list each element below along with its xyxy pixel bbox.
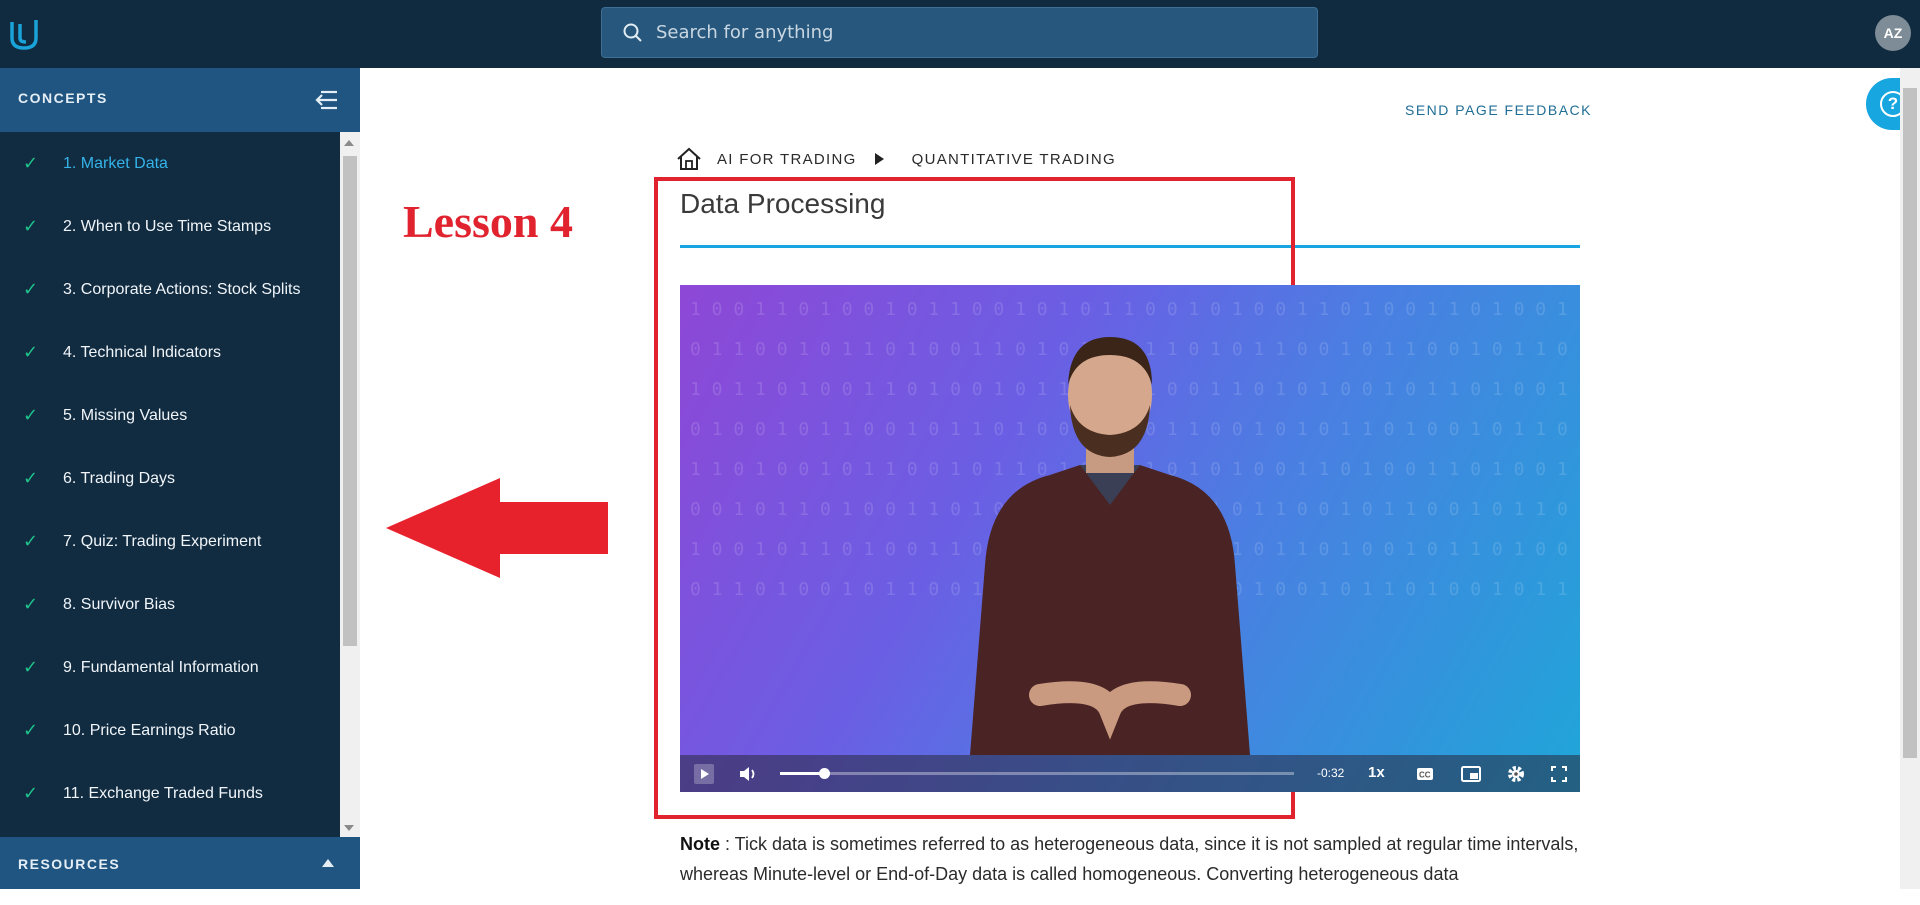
play-icon [701, 769, 709, 779]
search-bar[interactable] [601, 7, 1318, 58]
search-icon [623, 23, 642, 42]
captions-icon[interactable]: CC [1415, 764, 1435, 784]
concept-label: 11. Exchange Traded Funds [63, 784, 263, 802]
note-label: Note [680, 834, 720, 854]
play-button[interactable] [694, 764, 714, 784]
check-icon: ✓ [23, 593, 39, 615]
concept-item-price-earnings-ratio[interactable]: ✓ 10. Price Earnings Ratio [0, 699, 340, 762]
breadcrumb: AI FOR TRADING QUANTITATIVE TRADING [676, 144, 1116, 174]
concept-label: 10. Price Earnings Ratio [63, 721, 236, 739]
home-icon[interactable] [676, 147, 702, 171]
send-page-feedback-link[interactable]: SEND PAGE FEEDBACK [1405, 102, 1592, 118]
concept-label: 7. Quiz: Trading Experiment [63, 532, 262, 550]
concept-item-quiz-trading-experiment[interactable]: ✓ 7. Quiz: Trading Experiment [0, 510, 340, 573]
concept-item-market-data[interactable]: ✓ 1. Market Data [0, 132, 340, 195]
video-controls: -0:32 1x CC [680, 755, 1580, 792]
concept-label: 2. When to Use Time Stamps [63, 217, 272, 235]
concept-item-survivor-bias[interactable]: ✓ 8. Survivor Bias [0, 573, 340, 636]
main-content: SEND PAGE FEEDBACK AI FOR TRADING QUANTI… [360, 68, 1920, 889]
concept-label: 1. Market Data [63, 154, 168, 172]
presenter-figure [970, 337, 1250, 755]
concept-item-trading-days[interactable]: ✓ 6. Trading Days [0, 447, 340, 510]
lesson-annotation: Lesson 4 [403, 196, 573, 247]
video-progress-bar[interactable] [780, 768, 1294, 779]
concept-item-technical-indicators[interactable]: ✓ 4. Technical Indicators [0, 321, 340, 384]
sidebar-scroll-thumb[interactable] [343, 156, 357, 646]
check-icon: ✓ [23, 656, 39, 678]
note-text: : Tick data is sometimes referred to as … [680, 834, 1579, 884]
check-icon: ✓ [23, 467, 39, 489]
concept-item-time-stamps[interactable]: ✓ 2. When to Use Time Stamps [0, 195, 340, 258]
sidebar-scrollbar[interactable] [340, 132, 360, 837]
concept-label: 6. Trading Days [63, 469, 176, 487]
page-scrollbar[interactable] [1900, 68, 1920, 889]
concept-label: 9. Fundamental Information [63, 658, 259, 676]
check-icon: ✓ [23, 530, 39, 552]
breadcrumb-separator-icon [874, 153, 884, 165]
page-scroll-thumb[interactable] [1903, 88, 1917, 758]
top-bar: AZ [0, 0, 1920, 68]
breadcrumb-item-nanodegree[interactable]: AI FOR TRADING [717, 151, 857, 168]
collapse-sidebar-icon[interactable] [313, 89, 339, 111]
breadcrumb-item-course[interactable]: QUANTITATIVE TRADING [912, 151, 1116, 168]
concept-item-missing-values[interactable]: ✓ 5. Missing Values [0, 384, 340, 447]
concept-label: 3. Corporate Actions: Stock Splits [63, 280, 301, 298]
check-icon: ✓ [23, 278, 39, 300]
lesson-video-player[interactable]: 1 0 0 1 1 0 1 0 0 1 0 1 1 0 0 1 0 1 0 1 … [680, 285, 1580, 792]
svg-text:CC: CC [1419, 771, 1431, 780]
check-icon: ✓ [23, 404, 39, 426]
udacity-logo-icon[interactable] [8, 14, 46, 52]
time-remaining: -0:32 [1317, 766, 1345, 780]
concept-item-stock-splits[interactable]: ✓ 3. Corporate Actions: Stock Splits [0, 258, 340, 321]
concept-label: 5. Missing Values [63, 406, 188, 424]
settings-gear-icon[interactable] [1506, 764, 1526, 784]
concept-label: 4. Technical Indicators [63, 343, 222, 361]
concept-list: ✓ 1. Market Data ✓ 2. When to Use Time S… [0, 132, 340, 905]
annotation-arrow-icon [386, 478, 608, 578]
volume-icon[interactable] [738, 764, 758, 784]
resources-title: RESOURCES [18, 856, 121, 872]
check-icon: ✓ [23, 215, 39, 237]
sidebar-header: CONCEPTS [0, 68, 360, 132]
sidebar-title: CONCEPTS [18, 90, 108, 106]
user-avatar[interactable]: AZ [1875, 15, 1911, 51]
progress-scrubber[interactable] [818, 768, 830, 779]
playback-speed-button[interactable]: 1x [1368, 764, 1385, 784]
check-icon: ✓ [23, 152, 39, 174]
search-input[interactable] [656, 17, 1256, 48]
caret-up-icon [322, 859, 334, 867]
scroll-up-icon[interactable] [344, 140, 354, 146]
concept-item-fundamental-information[interactable]: ✓ 9. Fundamental Information [0, 636, 340, 699]
progress-fill [780, 772, 824, 775]
concepts-sidebar: CONCEPTS ✓ 1. Market Data ✓ 2. When to U… [0, 68, 360, 889]
lesson-note: Note : Tick data is sometimes referred t… [680, 829, 1580, 889]
picture-in-picture-icon[interactable] [1460, 764, 1482, 784]
concept-label: 8. Survivor Bias [63, 595, 176, 613]
scroll-down-icon[interactable] [344, 825, 354, 831]
resources-panel-toggle[interactable]: RESOURCES [0, 837, 360, 889]
check-icon: ✓ [23, 341, 39, 363]
check-icon: ✓ [23, 719, 39, 741]
check-icon: ✓ [23, 782, 39, 804]
concept-item-exchange-traded-funds[interactable]: ✓ 11. Exchange Traded Funds [0, 762, 340, 825]
fullscreen-icon[interactable] [1550, 764, 1568, 784]
